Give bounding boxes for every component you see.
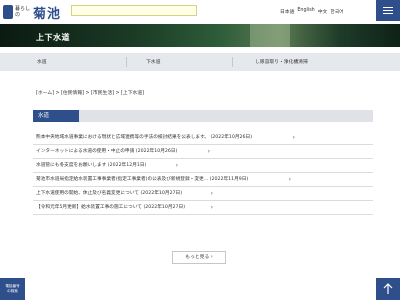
chevron-right-icon: › <box>210 190 213 197</box>
subnav-item-sewer[interactable]: 下水道 <box>146 58 160 65</box>
list-item[interactable]: インターネットによる水道の使用・中止の申請 (2022年10月26日) › <box>33 145 373 159</box>
breadcrumb[interactable]: [ホーム] > [住民情報] > [市民生活] > [上下水道] <box>36 89 144 96</box>
lang-chinese[interactable]: 中文 <box>318 8 328 15</box>
sub-navigation: 水道 下水道 し尿汲取り・浄化槽清掃 <box>0 53 400 71</box>
list-item[interactable]: 【令和元年5月更新】給水装置工事の施工について (2022年10月27日) › <box>33 201 373 215</box>
chevron-right-icon: › <box>292 134 295 141</box>
logo-tagline: 暮らしの <box>15 6 31 18</box>
list-item-link[interactable]: インターネットによる水道の使用・中止の申請 (2022年10月26日) <box>36 149 177 154</box>
list-item[interactable]: 熊本中央地域水道事業における現状と広域連携等の手法の検討結果を公表します。 (2… <box>33 131 373 145</box>
site-header: 暮らしの 菊池 日本語 English 中文 한국어 <box>0 0 400 24</box>
more-button[interactable]: もっと見る › <box>172 251 226 264</box>
search-input[interactable] <box>71 5 197 16</box>
list-item-link[interactable]: 【令和元年5月更新】給水装置工事の施工について (2022年10月27日) <box>36 205 185 210</box>
lang-korean[interactable]: 한국어 <box>330 8 343 15</box>
menu-button[interactable] <box>376 0 400 21</box>
logo-mark <box>3 5 13 19</box>
phone-search-button[interactable]: 電話番号 の検索 <box>0 278 25 300</box>
logo-text: 菊池 <box>33 6 62 22</box>
hero-banner: 上下水道 <box>0 24 400 47</box>
chevron-right-icon: › <box>175 162 178 169</box>
list-item-link[interactable]: 熊本中央地域水道事業における現状と広域連携等の手法の検討結果を公表します。 (2… <box>36 135 252 140</box>
chevron-right-icon: › <box>210 204 213 211</box>
more-button-label: もっと見る <box>185 255 210 260</box>
subnav-divider <box>232 57 233 67</box>
subnav-divider <box>126 57 127 67</box>
lang-english[interactable]: English <box>297 8 314 15</box>
hamburger-icon-line <box>383 13 393 14</box>
arrow-up-icon <box>383 283 393 294</box>
list-item-link[interactable]: 水道管にも冬支度をお願いします (2022年12月1日) <box>36 163 146 168</box>
language-switcher: 日本語 English 中文 한국어 <box>280 8 344 15</box>
site-logo[interactable]: 暮らしの 菊池 <box>3 3 62 22</box>
subnav-item-water[interactable]: 水道 <box>37 58 47 65</box>
chevron-right-icon: › <box>207 148 210 155</box>
list-item[interactable]: 水道管にも冬支度をお願いします (2022年12月1日) › <box>33 159 373 173</box>
back-to-top-button[interactable] <box>376 278 400 300</box>
chevron-right-icon: › <box>210 255 213 260</box>
chevron-right-icon: › <box>288 176 291 183</box>
phone-search-label-2: の検索 <box>7 289 18 293</box>
section-header: 水道 <box>33 110 373 122</box>
list-item[interactable]: 上下水道使用の開始、休止及び名義変更について (2022年10月27日) › <box>33 187 373 201</box>
hero-waterfall <box>250 24 290 47</box>
list-item[interactable]: 菊池市水道局指定給水装置工事事業者(指定工事業者)の公表及び新規登録・変更...… <box>33 173 373 187</box>
list-item-link[interactable]: 菊池市水道局指定給水装置工事事業者(指定工事業者)の公表及び新規登録・変更...… <box>36 177 248 182</box>
lang-japanese[interactable]: 日本語 <box>280 8 294 15</box>
section-title: 水道 <box>33 110 79 122</box>
page-title: 上下水道 <box>36 33 70 42</box>
hamburger-icon-line <box>383 10 393 11</box>
subnav-item-septic[interactable]: し尿汲取り・浄化槽清掃 <box>255 58 308 65</box>
hamburger-icon <box>383 7 393 8</box>
news-list: 熊本中央地域水道事業における現状と広域連携等の手法の検討結果を公表します。 (2… <box>33 131 373 215</box>
list-item-link[interactable]: 上下水道使用の開始、休止及び名義変更について (2022年10月27日) <box>36 191 182 196</box>
